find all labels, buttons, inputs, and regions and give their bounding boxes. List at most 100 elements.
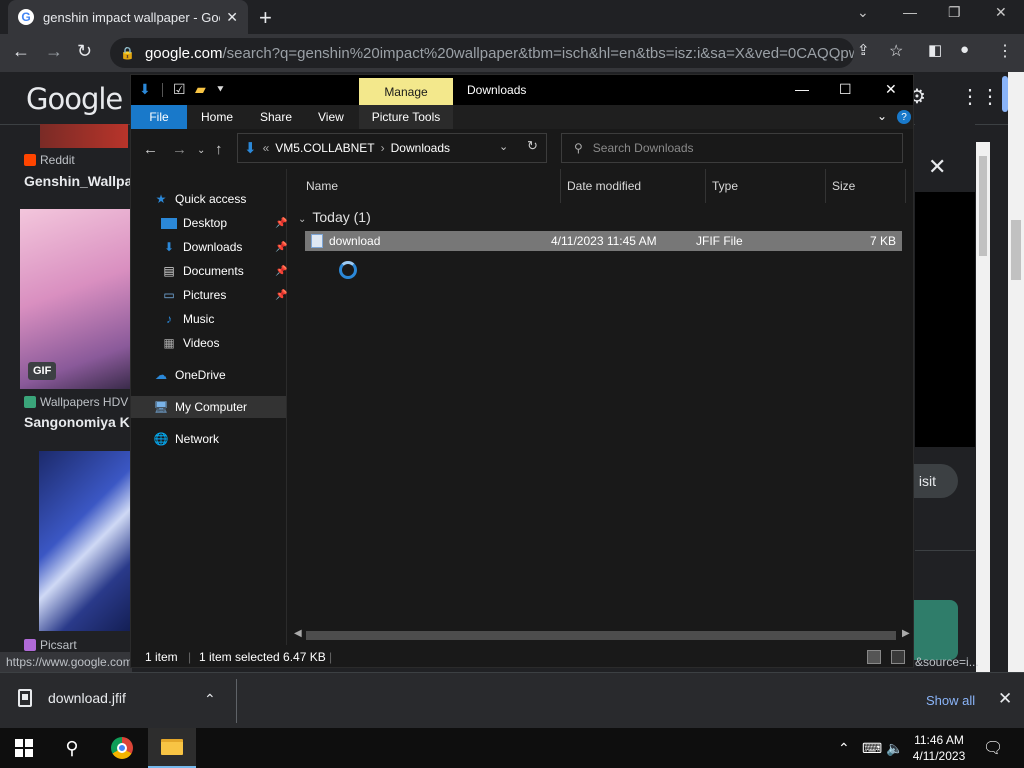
nav-onedrive[interactable]: ☁ OneDrive — [153, 364, 226, 386]
nav-downloads[interactable]: ⬇ Downloads 📌 — [161, 236, 287, 258]
details-view-icon[interactable] — [867, 650, 881, 664]
nav-network[interactable]: 🌐 Network — [153, 428, 220, 450]
nav-desktop[interactable]: Desktop 📌 — [161, 212, 287, 234]
google-favicon-icon: G — [18, 9, 34, 25]
collapse-chevron-icon[interactable]: ⌄ — [298, 214, 306, 225]
notification-icon[interactable]: 🗨 — [983, 738, 1003, 758]
customize-quick-access-icon[interactable]: ⯆ — [216, 84, 225, 97]
breadcrumb-root[interactable]: VM5.COLLABNET — [275, 141, 374, 155]
explorer-forward-icon[interactable]: → — [172, 141, 187, 158]
restore-button[interactable]: ❐ — [948, 4, 961, 21]
search-downloads-input[interactable]: ⚲ Search Downloads — [561, 133, 903, 163]
shelf-close-icon[interactable]: ✕ — [998, 689, 1012, 709]
preview-image — [915, 192, 975, 447]
minimize-button[interactable]: — — [903, 4, 917, 20]
show-hidden-icons[interactable]: ⌃ — [838, 740, 850, 757]
show-all-button[interactable]: Show all — [926, 693, 975, 708]
group-header-today[interactable]: ⌄ Today (1) — [298, 209, 371, 225]
explorer-maximize-button[interactable]: ☐ — [839, 81, 852, 98]
nav-quick-access[interactable]: ★ Quick access — [153, 188, 247, 210]
result-image-3[interactable] — [39, 451, 130, 631]
scroll-left-icon[interactable]: ◀ — [294, 628, 302, 639]
volume-icon[interactable]: 🔈 — [886, 740, 903, 757]
explorer-back-icon[interactable]: ← — [143, 141, 158, 158]
tab-share[interactable]: Share — [260, 105, 292, 129]
new-folder-icon[interactable]: ▰ — [195, 81, 206, 98]
downloads-folder-icon: ⬇ — [244, 140, 257, 157]
explorer-minimize-button[interactable]: — — [795, 81, 809, 97]
tab-search-chevron-icon[interactable]: ⌄ — [857, 4, 869, 21]
bookmark-star-icon[interactable]: ☆ — [889, 41, 903, 61]
help-icon[interactable]: ? — [897, 110, 911, 124]
start-button[interactable] — [0, 728, 48, 768]
column-name[interactable]: Name — [300, 169, 561, 203]
nav-documents[interactable]: ▤ Documents 📌 — [161, 260, 287, 282]
manage-tab[interactable]: Manage — [359, 78, 453, 105]
breadcrumb-current[interactable]: Downloads — [391, 141, 450, 155]
back-button[interactable]: ← — [12, 41, 30, 62]
nav-pictures[interactable]: ▭ Pictures 📌 — [161, 284, 287, 306]
forward-button[interactable]: → — [45, 41, 63, 62]
nav-my-computer[interactable]: 🖥 My Computer — [131, 396, 286, 418]
browser-scroll-thumb[interactable] — [1011, 220, 1021, 280]
picsart-icon — [24, 639, 36, 651]
tab-picture-tools[interactable]: Picture Tools — [359, 105, 453, 129]
result-title-2[interactable]: Sangonomiya Ko — [24, 414, 138, 430]
close-window-button[interactable]: ✕ — [995, 4, 1007, 21]
page-scrollbar[interactable] — [976, 142, 990, 682]
pin-icon: 📌 — [275, 217, 288, 229]
horizontal-scroll-thumb[interactable] — [306, 631, 896, 640]
explorer-close-button[interactable]: ✕ — [885, 81, 897, 98]
search-taskbar-icon[interactable]: ⚲ — [48, 728, 96, 768]
nav-label: Videos — [183, 336, 220, 350]
result-image-1[interactable] — [40, 124, 128, 148]
scroll-right-icon[interactable]: ▶ — [902, 628, 910, 639]
download-item[interactable]: download.jfif — [18, 689, 126, 707]
star-icon: ★ — [155, 192, 167, 206]
google-logo[interactable]: Google — [26, 82, 123, 116]
file-row-download[interactable]: download 4/11/2023 11:45 AM JFIF File 7 … — [305, 231, 902, 251]
taskbar-clock[interactable]: 11:46 AM 4/11/2023 — [906, 732, 972, 764]
large-icons-view-icon[interactable] — [891, 650, 905, 664]
file-date: 4/11/2023 11:45 AM — [551, 234, 657, 248]
navigation-pane: ★ Quick access Desktop 📌 ⬇ Downloads 📌 ▤… — [131, 169, 287, 645]
cloud-icon: ☁ — [155, 368, 167, 382]
profile-icon[interactable]: ● — [960, 41, 969, 58]
recent-locations-icon[interactable]: ⌄ — [197, 145, 205, 156]
column-type[interactable]: Type — [706, 169, 826, 203]
overflow-chevron[interactable]: « — [263, 141, 270, 155]
lock-icon: 🔒 — [120, 46, 135, 60]
share-icon[interactable]: ⇪ — [857, 41, 870, 59]
file-explorer-taskbar-button[interactable] — [148, 728, 196, 768]
chrome-taskbar-button[interactable] — [98, 728, 146, 768]
pin-icon: 📌 — [275, 241, 288, 253]
tab-home[interactable]: Home — [201, 105, 233, 129]
network-tray-icon[interactable]: ⌨ — [862, 740, 882, 757]
up-folder-icon[interactable]: ↑ — [215, 141, 223, 158]
address-bar[interactable]: 🔒 google.com/search?q=genshin%20impact%2… — [110, 38, 854, 68]
address-dropdown-icon[interactable]: ⌄ — [499, 140, 508, 153]
reload-button[interactable]: ↻ — [77, 41, 92, 62]
tab-close-icon[interactable]: ✕ — [226, 9, 238, 26]
nav-videos[interactable]: ▦ Videos — [161, 332, 219, 354]
side-panel-icon[interactable]: ◧ — [928, 41, 942, 59]
properties-icon[interactable]: ☑ — [173, 81, 186, 98]
file-explorer-window: ⬇ ☑ ▰ ⯆ Manage Downloads — ☐ ✕ File Home… — [130, 74, 914, 668]
chrome-menu-icon[interactable]: ⋮ — [997, 41, 1013, 61]
tab-view[interactable]: View — [318, 105, 344, 129]
column-date-modified[interactable]: Date modified — [561, 169, 706, 203]
browser-scrollbar[interactable] — [1008, 72, 1024, 682]
refresh-icon[interactable]: ↻ — [527, 138, 538, 154]
browser-tab[interactable]: G genshin impact wallpaper - Goog ✕ — [8, 0, 248, 34]
windows-logo-icon — [15, 739, 33, 757]
preview-close-icon[interactable]: ✕ — [928, 154, 946, 180]
new-tab-button[interactable]: + — [259, 5, 272, 31]
nav-music[interactable]: ♪ Music — [161, 308, 214, 330]
tab-file[interactable]: File — [131, 105, 187, 129]
download-options-chevron-icon[interactable]: ⌃ — [204, 691, 216, 708]
column-size[interactable]: Size — [826, 169, 906, 203]
result-title-1[interactable]: Genshin_Wallpap — [24, 173, 141, 189]
expand-ribbon-icon[interactable]: ⌄ — [877, 109, 887, 123]
horizontal-scrollbar[interactable]: ◀ ▶ — [288, 627, 913, 644]
page-scroll-thumb[interactable] — [979, 156, 987, 256]
